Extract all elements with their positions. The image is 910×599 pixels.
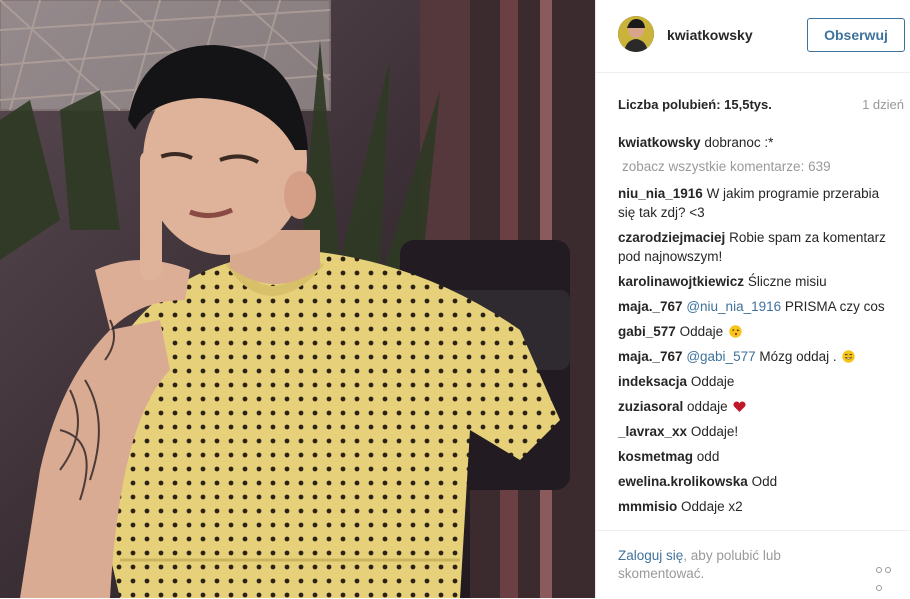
instagram-post: kwiatkowsky Obserwuj Liczba polubień: 15… <box>0 0 910 598</box>
comment-username[interactable]: czarodziejmaciej <box>618 230 725 245</box>
follow-button[interactable]: Obserwuj <box>807 18 905 52</box>
comment-item: indeksacja Oddaje <box>618 372 886 391</box>
caption-text: dobranoc :* <box>704 135 774 150</box>
comment-text: odd <box>696 449 720 464</box>
comment-item: czarodziejmaciej Robie spam za komentarz… <box>618 228 886 266</box>
kiss-emoji-icon <box>729 324 742 338</box>
comment-text: oddaje <box>687 399 728 414</box>
login-prompt: Zaloguj się, aby polubić lub skomentować… <box>618 547 838 583</box>
comment-item: zuziasoral oddaje <box>618 397 886 416</box>
comment-username[interactable]: mmmisio <box>618 499 677 514</box>
post-footer: Zaloguj się, aby polubić lub skomentować… <box>596 530 910 599</box>
comments-list[interactable]: kwiatkowsky dobranoc :* zobacz wszystkie… <box>618 133 886 529</box>
heart-emoji-icon <box>733 399 746 412</box>
comment-text: Odd <box>751 474 778 489</box>
comment-username[interactable]: _lavrax_xx <box>618 424 687 439</box>
post-stats: Liczba polubień: 15,5tys. 1 dzień <box>618 97 906 117</box>
caption-username[interactable]: kwiatkowsky <box>618 135 701 150</box>
comment-text: Oddaje! <box>690 424 739 439</box>
comment-username[interactable]: maja._767 <box>618 349 683 364</box>
comment-item: karolinawojtkiewicz Śliczne misiu <box>618 272 886 291</box>
comment-username[interactable]: karolinawojtkiewicz <box>618 274 744 289</box>
caption: kwiatkowsky dobranoc :* <box>618 133 886 152</box>
comment-item: kosmetmag odd <box>618 447 886 466</box>
avatar-image <box>618 16 654 52</box>
username-link[interactable]: kwiatkowsky <box>667 27 753 43</box>
more-options-icon[interactable] <box>876 560 902 591</box>
comment-username[interactable]: niu_nia_1916 <box>618 186 703 201</box>
comment-item: gabi_577 Oddaje <box>618 322 886 341</box>
post-side-panel: kwiatkowsky Obserwuj Liczba polubień: 15… <box>595 0 910 598</box>
comment-text: Mózg oddaj . <box>759 349 837 364</box>
comment-text: Oddaje x2 <box>681 499 743 514</box>
grin-emoji-icon <box>842 349 856 363</box>
comment-mention[interactable]: @niu_nia_1916 <box>686 299 781 314</box>
comment-item: ewelina.krolikowska Odd <box>618 472 886 491</box>
login-link[interactable]: Zaloguj się <box>618 548 683 563</box>
comment-text: Oddaje <box>690 374 735 389</box>
comment-username[interactable]: indeksacja <box>618 374 687 389</box>
comment-text: Śliczne misiu <box>747 274 827 289</box>
comment-username[interactable]: ewelina.krolikowska <box>618 474 748 489</box>
post-time[interactable]: 1 dzień <box>862 97 904 112</box>
comment-item: maja._767 @gabi_577 Mózg oddaj . <box>618 347 886 366</box>
comment-item: maja._767 @niu_nia_1916 PRISMA czy cos <box>618 297 886 316</box>
comment-username[interactable]: gabi_577 <box>618 324 676 339</box>
likes-count[interactable]: Liczba polubień: 15,5tys. <box>618 97 772 112</box>
view-all-comments-link[interactable]: zobacz wszystkie komentarze: 639 <box>622 158 886 176</box>
post-photo[interactable] <box>0 0 595 598</box>
post-header: kwiatkowsky Obserwuj <box>596 0 910 73</box>
comment-username[interactable]: maja._767 <box>618 299 683 314</box>
comment-mention[interactable]: @gabi_577 <box>686 349 755 364</box>
comment-username[interactable]: kosmetmag <box>618 449 693 464</box>
photo-illustration <box>0 0 595 598</box>
comment-username[interactable]: zuziasoral <box>618 399 683 414</box>
comment-item: mmmisio Oddaje x2 <box>618 497 886 516</box>
comment-item: niu_nia_1916 W jakim programie przerabia… <box>618 184 886 222</box>
comment-text: Oddaje <box>679 324 724 339</box>
comment-item: _lavrax_xx Oddaje! <box>618 422 886 441</box>
avatar[interactable] <box>618 16 654 52</box>
comment-text: PRISMA czy cos <box>784 299 885 314</box>
